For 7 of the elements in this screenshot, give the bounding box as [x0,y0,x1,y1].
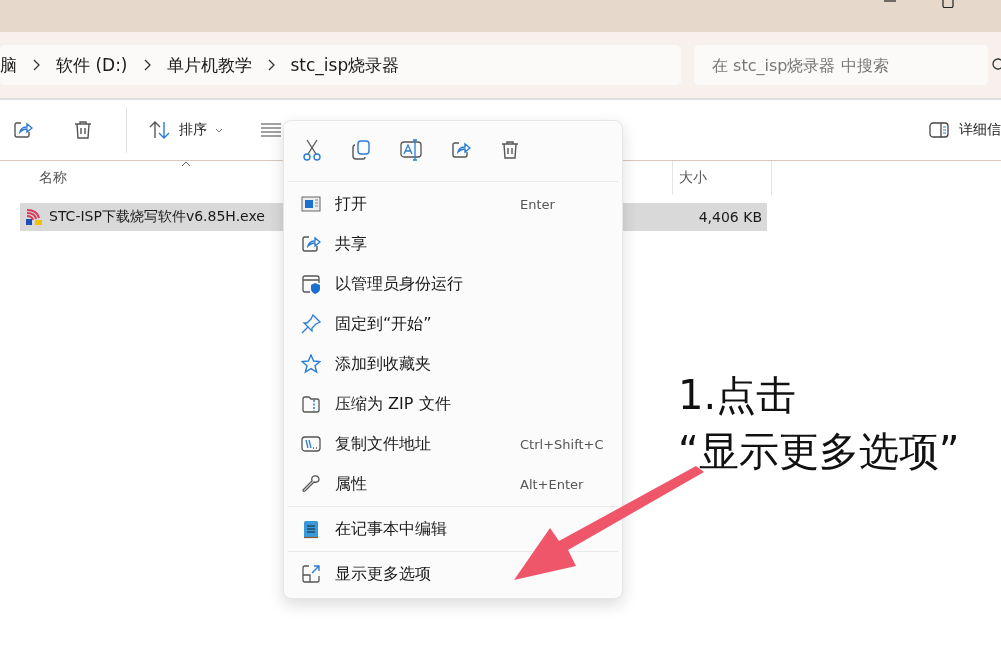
annotation-text: “显示更多选项” [678,427,960,476]
shortcut-text: Alt+Enter [520,476,585,492]
file-size: 4,406 KB [698,209,762,225]
shortcut-text: Ctrl+Shift+C [520,436,605,452]
file-name: STC-ISP下载烧写软件v6.85H.exe [49,208,266,226]
shortcut-text: Enter [520,196,556,212]
annotation-text: 1.点击 [678,371,798,420]
